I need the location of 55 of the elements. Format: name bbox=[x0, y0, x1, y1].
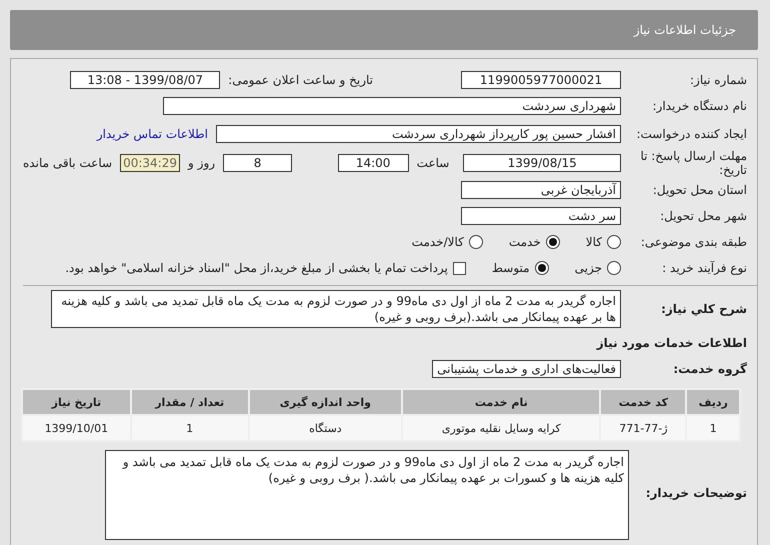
field-label: شماره نیاز: bbox=[689, 73, 748, 87]
field-label: گروه خدمت: bbox=[672, 362, 748, 376]
option-label: خدمت bbox=[508, 235, 541, 249]
table-cell: 1 bbox=[130, 415, 249, 441]
deadline-date-field: 1399/08/15 bbox=[463, 154, 621, 172]
table-cell: 1399/10/01 bbox=[22, 415, 131, 441]
field-label: طبقه بندی موضوعی: bbox=[640, 235, 748, 249]
field-label: مهلت ارسال پاسخ: تا تاریخ: bbox=[639, 149, 748, 177]
days-field: 8 bbox=[223, 154, 292, 172]
table-cell: کرایه وسایل نقلیه موتوری bbox=[402, 415, 600, 441]
service-group-field: فعالیت‌های اداری و خدمات پشتیبانی bbox=[432, 360, 621, 378]
field-label: نوع فرآیند خرید : bbox=[661, 261, 748, 275]
column-header: واحد اندازه گیری bbox=[248, 389, 402, 415]
radio-button[interactable] bbox=[607, 261, 621, 275]
remaining-time-field: 00:34:29 bbox=[120, 154, 180, 172]
description-field: اجاره گریدر به مدت 2 ماه از اول دی ماه99 و در صورت لزوم به مدت یک ماه قابل تمدید می باشد و کلیه هزینه ها بر عهده پیمانکار می باشد.(برف روبی و غیره) bbox=[51, 290, 621, 328]
table-cell: 1 bbox=[686, 415, 740, 441]
radio-button[interactable] bbox=[607, 235, 621, 249]
radio-button[interactable] bbox=[534, 261, 549, 275]
page-title: جزئیات اطلاعات نیاز bbox=[634, 23, 736, 37]
field-label: ساعت باقی مانده bbox=[23, 156, 112, 170]
field-label: نام دستگاه خریدار: bbox=[652, 99, 748, 113]
field-label: ایجاد کننده درخواست: bbox=[635, 127, 748, 141]
buyer-org-field: شهرداری سردشت bbox=[163, 97, 621, 115]
radio-button[interactable] bbox=[546, 235, 560, 249]
radio-button[interactable] bbox=[468, 235, 483, 249]
column-header: ردیف bbox=[686, 389, 740, 415]
column-header: تعداد / مقدار bbox=[130, 389, 249, 415]
field-label: شرح کلي نياز: bbox=[660, 302, 748, 316]
checkbox[interactable] bbox=[452, 262, 466, 274]
field-label: استان محل تحویل: bbox=[652, 183, 748, 197]
option-label: جزیی bbox=[574, 261, 602, 275]
requester-field: افشار حسین پور کارپرداز شهرداری سردشت bbox=[216, 125, 621, 143]
deadline-time-field: 14:00 bbox=[338, 154, 409, 172]
column-header: کد خدمت bbox=[600, 389, 686, 415]
option-label: پرداخت تمام یا بخشی از مبلغ خرید،از محل "اسناد خزانه اسلامی" خواهد بود. bbox=[65, 261, 448, 275]
announce-date-field: 1399/08/07 - 13:08 bbox=[70, 71, 220, 89]
section-heading: اطلاعات خدمات مورد نیاز bbox=[595, 336, 748, 350]
table-cell: ژ-77-771 bbox=[600, 415, 686, 441]
field-label: شهر محل تحویل: bbox=[659, 209, 748, 223]
column-header: نام خدمت bbox=[402, 389, 600, 415]
table-cell: دستگاه bbox=[248, 415, 402, 441]
contact-link[interactable]: اطلاعات تماس خریدار bbox=[96, 127, 208, 141]
option-label: متوسط bbox=[492, 261, 530, 275]
field-label: توضیحات خریدار: bbox=[644, 485, 748, 500]
field-label: ساعت bbox=[416, 156, 450, 170]
option-label: کالا bbox=[586, 235, 602, 249]
need-number-field: 1199005977000021 bbox=[461, 71, 621, 89]
province-field: آذربایجان غربی bbox=[461, 181, 621, 199]
notes-field: اجاره گریدر به مدت 2 ماه از اول دی ماه99 و در صورت لزوم به مدت یک ماه قابل تمدید می باشد و کلیه هزینه ها و کسورات بر عهده پیمانکار می باشد.( برف روبی و غیره) bbox=[105, 450, 629, 540]
field-label: روز و bbox=[188, 156, 216, 170]
option-label: کالا/خدمت bbox=[412, 235, 464, 249]
city-field: سر دشت bbox=[461, 207, 621, 225]
field-label: تاریخ و ساعت اعلان عمومی: bbox=[228, 73, 373, 87]
column-header: تاریخ نیاز bbox=[22, 389, 131, 415]
